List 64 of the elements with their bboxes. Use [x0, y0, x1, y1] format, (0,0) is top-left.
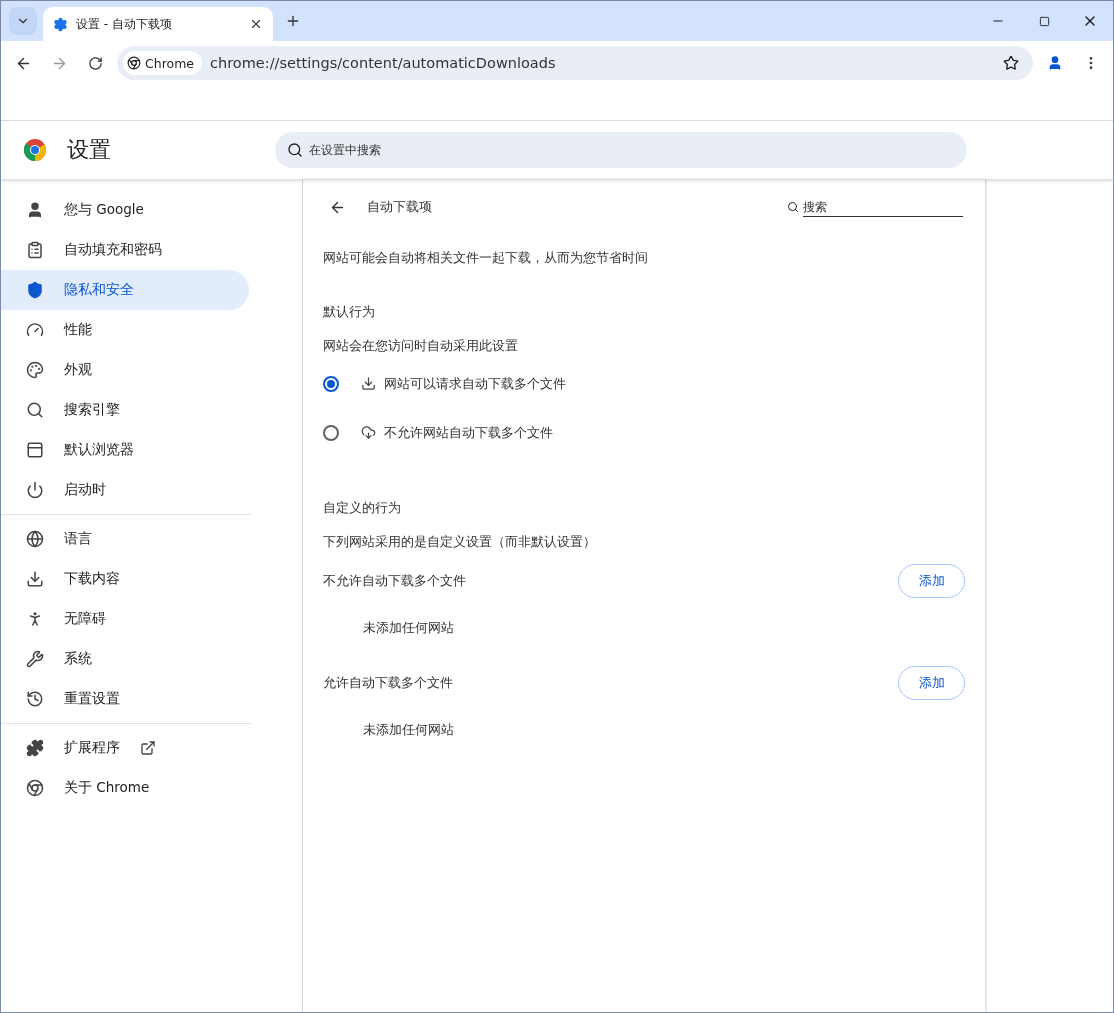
person-icon — [1047, 55, 1063, 71]
add-button[interactable]: 添加 — [898, 666, 965, 700]
sidebar-item[interactable]: 性能 — [1, 310, 249, 350]
section-heading: 自定义的行为 — [323, 499, 402, 517]
radio-button[interactable] — [323, 424, 339, 441]
palette-icon — [26, 361, 44, 379]
empty-list-text: 未添加任何网站 — [362, 619, 455, 637]
list-title: 不允许自动下载多个文件 — [323, 572, 466, 590]
globe-icon — [26, 530, 44, 548]
close-icon — [249, 17, 263, 31]
reload-icon — [87, 55, 103, 71]
browser-window-icon — [26, 441, 44, 459]
sidebar-item[interactable]: 启动时 — [1, 470, 249, 510]
clipboard-icon — [26, 241, 44, 259]
plus-icon — [285, 13, 301, 29]
bookmark-star-icon[interactable] — [1003, 55, 1019, 71]
add-button[interactable]: 添加 — [898, 564, 965, 598]
settings-icon — [53, 16, 68, 32]
sidebar-item[interactable]: 系统 — [1, 639, 249, 679]
sidebar-item[interactable]: 自动填充和密码 — [1, 230, 249, 270]
maximize-icon — [1038, 15, 1050, 27]
section-heading: 默认行为 — [323, 303, 376, 321]
settings-title: 设置 — [67, 136, 112, 164]
site-chip-label: Chrome — [145, 55, 195, 71]
section-subtitle: 下列网站采用的是自定义设置（而非默认设置） — [323, 533, 597, 551]
site-chip[interactable]: Chrome — [123, 51, 203, 75]
search-icon — [787, 201, 799, 213]
search-icon — [26, 401, 44, 419]
download-icon — [26, 570, 44, 588]
sidebar-item[interactable]: 隐私和安全 — [1, 270, 249, 310]
sidebar-item[interactable]: 重置设置 — [1, 679, 249, 719]
browser-tab[interactable]: 设置 - 自动下载项 — [43, 7, 273, 41]
option-label: 网站可以请求自动下载多个文件 — [384, 374, 566, 393]
person-icon — [26, 201, 44, 219]
sidebar-item[interactable]: 搜索引擎 — [1, 390, 249, 430]
shield-icon — [26, 281, 44, 299]
sidebar-item[interactable]: 您与 Google — [1, 190, 249, 230]
sidebar-item[interactable]: 默认浏览器 — [1, 430, 249, 470]
empty-list-text: 未添加任何网站 — [362, 721, 455, 739]
section-subtitle: 网站会在您访问时自动采用此设置 — [323, 337, 519, 355]
sidebar-item[interactable]: 扩展程序 — [1, 728, 249, 768]
wrench-icon — [26, 650, 44, 668]
chrome-logo-icon — [26, 779, 44, 797]
sidebar-item[interactable]: 无障碍 — [1, 599, 249, 639]
sidebar-item[interactable]: 外观 — [1, 350, 249, 390]
page-title: 自动下载项 — [367, 198, 433, 216]
puzzle-icon — [26, 739, 44, 757]
description: 网站可能会自动将相关文件一起下载，从而为您节省时间 — [323, 249, 649, 267]
url-text: chrome://settings/content/automaticDownloads — [210, 55, 557, 71]
radio-button[interactable] — [323, 375, 339, 392]
chrome-logo-icon — [23, 138, 47, 162]
history-icon — [26, 690, 44, 708]
settings-search-field[interactable]: 在设置中搜索 — [275, 132, 967, 168]
external-link-icon — [140, 740, 156, 756]
download-icon — [361, 376, 376, 391]
address-bar[interactable]: Chrome chrome://settings/content/automaticDownloads — [117, 46, 1033, 80]
list-title: 允许自动下载多个文件 — [323, 674, 453, 692]
power-icon — [26, 481, 44, 499]
sidebar-item[interactable]: 关于 Chrome — [1, 768, 249, 808]
gauge-icon — [26, 321, 44, 339]
sidebar-item[interactable]: 下载内容 — [1, 559, 249, 599]
sidebar-item[interactable]: 语言 — [1, 519, 249, 559]
chrome-logo-icon — [127, 56, 141, 70]
option-label: 不允许网站自动下载多个文件 — [384, 423, 553, 442]
